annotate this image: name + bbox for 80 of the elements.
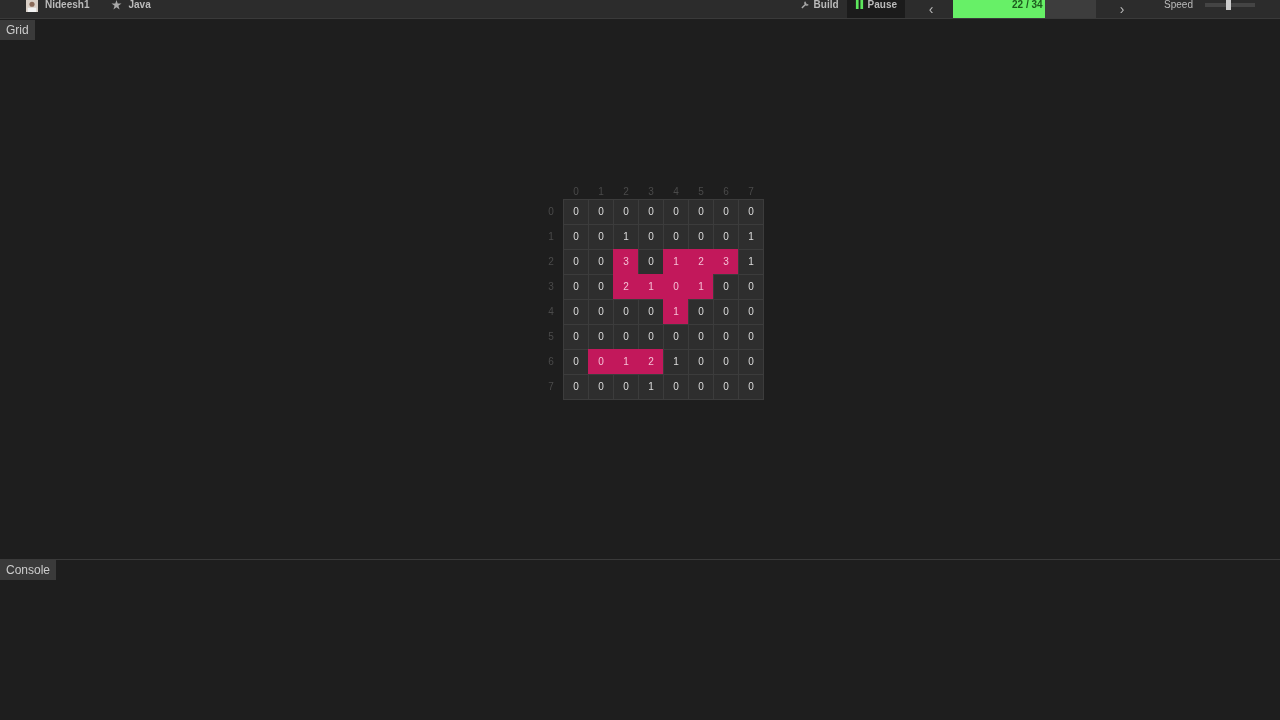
grid-cell: 1 bbox=[663, 248, 689, 275]
grid-cell: 0 bbox=[713, 298, 739, 325]
grid-cell: 0 bbox=[738, 298, 764, 325]
grid-cell: 0 bbox=[738, 373, 764, 400]
grid-cell: 0 bbox=[588, 248, 614, 275]
pause-button[interactable]: Pause bbox=[846, 0, 906, 18]
grid-cell: 0 bbox=[588, 273, 614, 300]
progress-text: 22 / 34 bbox=[1011, 0, 1044, 10]
grid-cell: 0 bbox=[588, 223, 614, 250]
grid-cell: 0 bbox=[588, 373, 614, 400]
wrench-icon bbox=[800, 0, 810, 9]
grid-cell: 0 bbox=[663, 223, 689, 250]
grid-cell: 1 bbox=[738, 223, 764, 250]
grid-cell: 0 bbox=[613, 323, 639, 350]
star-icon bbox=[111, 0, 123, 10]
grid-cell: 3 bbox=[613, 248, 639, 275]
speed-slider-thumb[interactable] bbox=[1226, 0, 1231, 10]
grid-cell: 2 bbox=[688, 248, 714, 275]
grid-cell: 0 bbox=[713, 373, 739, 400]
grid-cell: 0 bbox=[613, 198, 639, 225]
grid-cell: 0 bbox=[638, 198, 664, 225]
grid-cell: 0 bbox=[588, 298, 614, 325]
grid-cell: 0 bbox=[563, 298, 589, 325]
language-label[interactable]: Java bbox=[128, 0, 151, 10]
grid-cell: 0 bbox=[688, 348, 714, 375]
grid-cell: 0 bbox=[663, 198, 689, 225]
grid-cell: 0 bbox=[563, 373, 589, 400]
console-panel-tab[interactable]: Console bbox=[0, 560, 57, 580]
grid-cell: 0 bbox=[638, 323, 664, 350]
grid-cell: 0 bbox=[588, 198, 614, 225]
build-button[interactable]: Build bbox=[792, 0, 847, 18]
user-name[interactable]: Nideesh1 bbox=[45, 0, 90, 10]
grid-cell: 0 bbox=[738, 348, 764, 375]
grid-cell: 0 bbox=[613, 373, 639, 400]
user-avatar-icon bbox=[25, 0, 39, 12]
grid-cell: 0 bbox=[638, 248, 664, 275]
grid-cell: 1 bbox=[613, 348, 639, 375]
grid-cell: 0 bbox=[688, 298, 714, 325]
grid-cell: 0 bbox=[713, 348, 739, 375]
grid-cell: 2 bbox=[613, 273, 639, 300]
next-step-button[interactable]: › bbox=[1104, 0, 1141, 18]
grid-cell: 0 bbox=[563, 273, 589, 300]
grid-cell: 0 bbox=[663, 323, 689, 350]
grid-cell: 1 bbox=[638, 373, 664, 400]
grid-panel-tab[interactable]: Grid bbox=[0, 20, 35, 40]
grid-cell: 0 bbox=[563, 348, 589, 375]
grid-cell: 0 bbox=[563, 198, 589, 225]
grid-cell: 0 bbox=[663, 373, 689, 400]
pause-icon bbox=[854, 0, 864, 9]
grid-cell: 0 bbox=[738, 273, 764, 300]
grid-cell: 0 bbox=[638, 298, 664, 325]
speed-label: Speed bbox=[1164, 0, 1193, 10]
grid-cell: 0 bbox=[563, 323, 589, 350]
grid-cell: 0 bbox=[588, 323, 614, 350]
grid-cell: 0 bbox=[663, 273, 689, 300]
grid-cell: 1 bbox=[663, 298, 689, 325]
grid-cell: 0 bbox=[688, 373, 714, 400]
grid-cell: 0 bbox=[588, 348, 614, 375]
grid-cell: 2 bbox=[638, 348, 664, 375]
previous-step-button[interactable]: ‹ bbox=[913, 0, 950, 18]
grid-cell: 0 bbox=[713, 223, 739, 250]
grid-cell: 0 bbox=[563, 223, 589, 250]
grid-cell: 0 bbox=[563, 248, 589, 275]
grid-cell: 0 bbox=[688, 323, 714, 350]
grid-cell: 0 bbox=[738, 323, 764, 350]
grid-cell: 1 bbox=[638, 273, 664, 300]
grid-cell: 1 bbox=[663, 348, 689, 375]
grid-cell: 0 bbox=[713, 198, 739, 225]
grid-cell: 1 bbox=[738, 248, 764, 275]
grid-cell: 0 bbox=[738, 198, 764, 225]
grid-cell: 0 bbox=[688, 198, 714, 225]
grid-cell: 1 bbox=[613, 223, 639, 250]
grid-cell: 3 bbox=[713, 248, 739, 275]
grid-cell: 0 bbox=[688, 223, 714, 250]
grid-cell: 0 bbox=[713, 323, 739, 350]
grid-cell: 0 bbox=[638, 223, 664, 250]
progress-bar[interactable]: 22 / 34 bbox=[953, 0, 1097, 18]
grid-cell: 0 bbox=[713, 273, 739, 300]
grid-cell: 0 bbox=[613, 298, 639, 325]
grid-cell: 1 bbox=[688, 273, 714, 300]
